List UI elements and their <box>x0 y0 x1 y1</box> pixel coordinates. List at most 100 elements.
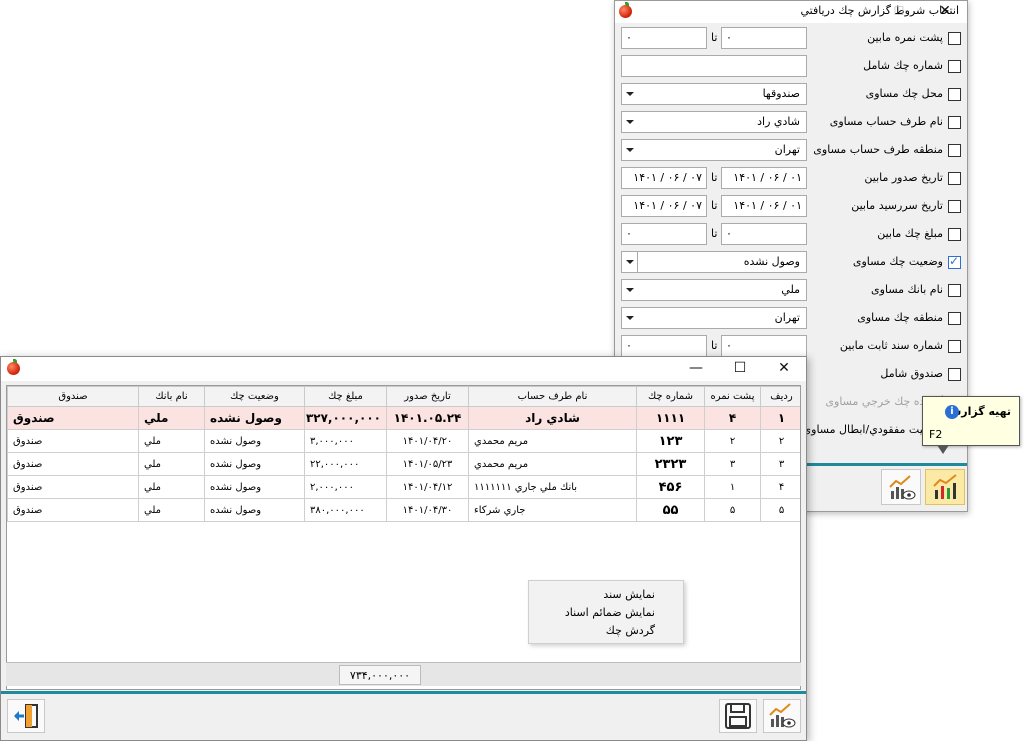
chart-preview-button[interactable] <box>763 699 801 733</box>
cell: ۳۸۰,۰۰۰,۰۰۰ <box>304 498 387 522</box>
filter-label: منطقه چك مساوی <box>857 311 943 324</box>
checkbox-checked[interactable] <box>948 254 961 269</box>
cell: وصول نشده <box>204 498 305 522</box>
filter-row-check-number: شماره چك شامل <box>615 55 967 79</box>
to-date-input[interactable]: ۰۷ / ۰۶ / ۱۴۰۱ <box>621 195 707 217</box>
cell: وصول نشده <box>204 452 305 476</box>
check-status-select[interactable]: وصول نشده <box>621 251 807 273</box>
cell: ۵۵ <box>636 498 705 522</box>
selected-value: وصول نشده <box>743 255 800 268</box>
column-header-amount[interactable]: مبلغ چك <box>304 386 387 407</box>
cell: ملي <box>138 429 205 453</box>
account-name-select[interactable]: شادي راد <box>621 111 807 133</box>
column-header-account-name[interactable]: نام طرف حساب <box>468 386 637 407</box>
table-row[interactable]: ۲ ۲ ۱۲۳ مريم محمدي ۱۴۰۱/۰۴/۲۰ ۳,۰۰۰,۰۰۰ … <box>7 429 800 453</box>
checkbox[interactable] <box>948 228 961 241</box>
maximize-icon: ☐ <box>893 4 905 18</box>
cell: صندوق <box>7 498 139 522</box>
cell: بانك ملي جاري ۱۱۱۱۱۱۱ <box>468 475 637 499</box>
chart-preview-button[interactable] <box>881 469 921 505</box>
menu-item-show-attachments[interactable]: نمايش ضمائم اسناد <box>565 606 655 619</box>
table-row-selected[interactable]: ۱ ۴ ۱۱۱۱ شادي راد ۱۴۰۱.۰۵.۲۴ ۳۲۷,۰۰۰,۰۰۰… <box>7 406 800 430</box>
floppy-disk-icon <box>725 703 751 729</box>
exit-door-icon <box>14 704 38 728</box>
close-button[interactable]: ✕ <box>762 358 806 380</box>
checkbox[interactable] <box>948 284 961 297</box>
account-region-select[interactable]: تهران <box>621 139 807 161</box>
cell: ۱۱۱۱ <box>636 406 705 430</box>
filter-row-check-status: وضعيت چك مساوی وصول نشده <box>615 251 967 275</box>
cell: صندوق <box>7 452 139 476</box>
maximize-button[interactable]: ☐ <box>718 358 762 380</box>
close-button[interactable]: ✕ <box>923 1 967 23</box>
column-header-back-number[interactable]: پشت نمره <box>704 386 761 407</box>
check-number-input[interactable] <box>621 55 807 77</box>
filter-label: محل چك مساوی <box>865 87 943 100</box>
column-header-cashbox[interactable]: صندوق <box>7 386 139 407</box>
location-select[interactable]: صندوقها <box>621 83 807 105</box>
tooltip: تهيه گزارش i F2 <box>922 396 1020 454</box>
cell: ۳ <box>760 452 800 476</box>
checkbox[interactable] <box>948 88 961 101</box>
checkbox[interactable] <box>948 200 961 213</box>
checkbox[interactable] <box>948 32 961 45</box>
dropdown-arrow-icon <box>626 316 634 320</box>
menu-item-show-document[interactable]: نمايش سند <box>603 588 655 601</box>
checkbox[interactable] <box>948 172 961 185</box>
check-region-select[interactable]: تهران <box>621 307 807 329</box>
checkbox[interactable] <box>948 312 961 325</box>
to-input[interactable]: ۰ <box>621 27 707 49</box>
checkbox[interactable] <box>948 116 961 129</box>
exit-button[interactable] <box>7 699 45 733</box>
table-header-row: رديف پشت نمره شماره چك نام طرف حساب تاري… <box>7 386 800 407</box>
filter-label: منطقه طرف حساب مساوی <box>813 143 943 156</box>
filter-row-check-back-number: پشت نمره مابين ۰ تا ۰ <box>615 27 967 51</box>
cell: ۲ <box>760 429 800 453</box>
chart-eye-icon <box>889 475 916 500</box>
selected-value: ملي <box>781 283 800 296</box>
table-row[interactable]: ۳ ۳ ۲۳۲۳ مريم محمدي ۱۴۰۱/۰۵/۲۳ ۲۲,۰۰۰,۰۰… <box>7 452 800 476</box>
table-row[interactable]: ۴ ۱ ۴۵۶ بانك ملي جاري ۱۱۱۱۱۱۱ ۱۴۰۱/۰۴/۱۲… <box>7 475 800 499</box>
filter-label: شماره چك شامل <box>863 59 943 72</box>
from-input[interactable]: ۰ <box>721 27 807 49</box>
total-amount: ۷۳۴,۰۰۰,۰۰۰ <box>339 665 421 685</box>
column-header-bank[interactable]: نام بانك <box>138 386 205 407</box>
to-date-input[interactable]: ۰۷ / ۰۶ / ۱۴۰۱ <box>621 167 707 189</box>
selected-value: صندوقها <box>762 87 800 100</box>
column-header-row-number[interactable]: رديف <box>760 386 800 407</box>
from-input[interactable]: ۰ <box>721 335 807 357</box>
from-date-input[interactable]: ۰۱ / ۰۶ / ۱۴۰۱ <box>721 195 807 217</box>
checkbox[interactable] <box>948 60 961 73</box>
to-input[interactable]: ۰ <box>621 335 707 357</box>
column-header-check-number[interactable]: شماره چك <box>636 386 705 407</box>
cell: ۲ <box>704 429 761 453</box>
cell: مريم محمدي <box>468 452 637 476</box>
from-input[interactable]: ۰ <box>721 223 807 245</box>
save-button[interactable] <box>719 699 757 733</box>
from-date-input[interactable]: ۰۱ / ۰۶ / ۱۴۰۱ <box>721 167 807 189</box>
column-header-status[interactable]: وضعيت چك <box>204 386 305 407</box>
checkbox[interactable] <box>948 144 961 157</box>
dropdown-arrow-icon <box>626 288 634 292</box>
filter-label: تاريخ سررسيد مابين <box>851 199 943 212</box>
cell: ۴۵۶ <box>636 475 705 499</box>
cell: ۱۴۰۱/۰۴/۱۲ <box>386 475 469 499</box>
title-bar: — ☐ ✕ <box>1 357 806 381</box>
to-input[interactable]: ۰ <box>621 223 707 245</box>
cell: ۵ <box>760 498 800 522</box>
to-label: تا <box>711 339 718 352</box>
cell: ۲,۰۰۰,۰۰۰ <box>304 475 387 499</box>
minimize-button[interactable]: — <box>674 358 718 380</box>
checkbox[interactable] <box>948 368 961 381</box>
checkbox[interactable] <box>948 340 961 353</box>
menu-item-check-history[interactable]: گردش چك <box>606 624 655 637</box>
column-header-issue-date[interactable]: تاريخ صدور <box>386 386 469 407</box>
prepare-report-button[interactable] <box>925 469 965 505</box>
bank-name-select[interactable]: ملي <box>621 279 807 301</box>
filter-label: تاريخ صدور مابين <box>864 171 943 184</box>
to-label: تا <box>711 199 718 212</box>
table-row[interactable]: ۵ ۵ ۵۵ جاري شركاء ۱۴۰۱/۰۴/۳۰ ۳۸۰,۰۰۰,۰۰۰… <box>7 498 800 522</box>
dropdown-arrow-icon <box>626 92 634 96</box>
report-grid[interactable]: رديف پشت نمره شماره چك نام طرف حساب تاري… <box>6 385 801 690</box>
filter-label: مبلغ چك مابين <box>877 227 943 240</box>
